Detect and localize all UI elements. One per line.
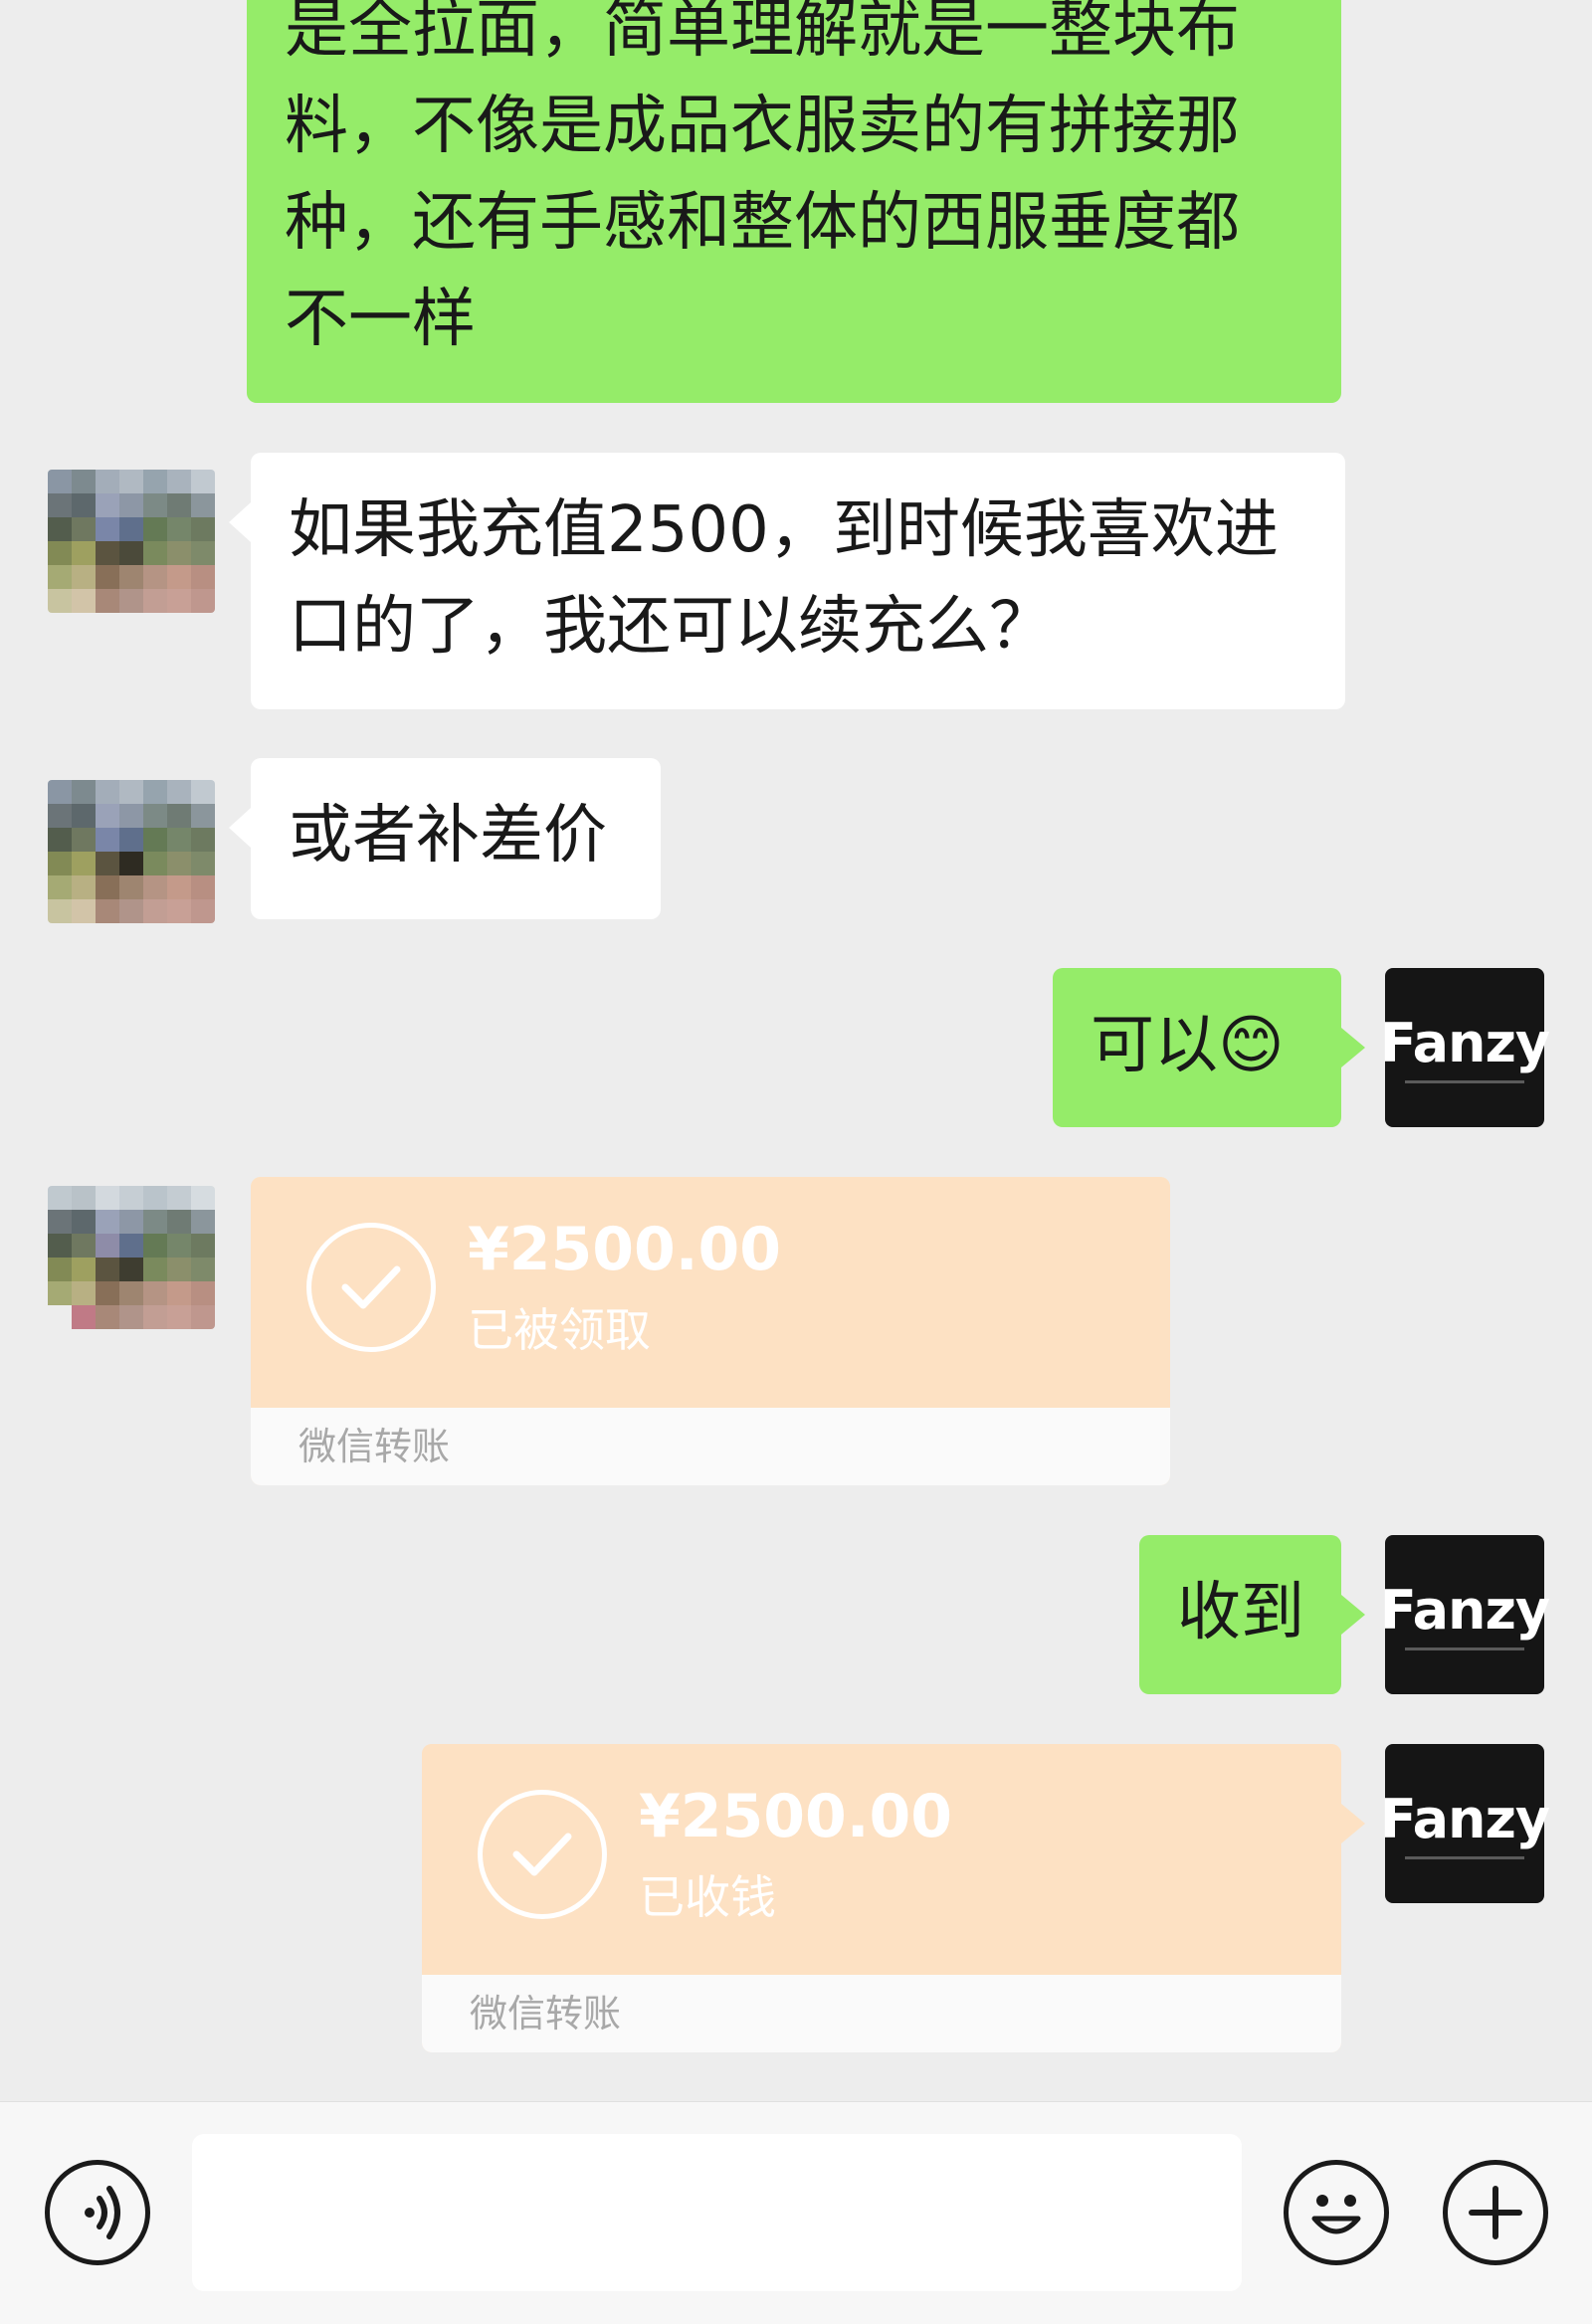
sent-message-bubble[interactable]: 是全拉面，简单理解就是一整块布 料，不像是成品衣服卖的有拼接那 种，还有手感和整… (247, 0, 1341, 403)
voice-icon[interactable] (45, 2160, 150, 2265)
message-text: 如果我充值2500，到时候我喜欢进 口的了，我还可以续充么？ (289, 493, 1279, 664)
received-message-bubble[interactable]: 如果我充值2500，到时候我喜欢进 口的了，我还可以续充么？ (229, 453, 1345, 709)
avatar-tagline (1405, 1080, 1524, 1083)
avatar-brand-text: Fanzy (1379, 1788, 1550, 1850)
message-input[interactable] (192, 2134, 1242, 2291)
transfer-footer: 微信转账 (251, 1408, 1170, 1485)
message-text: 收到 (1177, 1576, 1304, 1649)
message-text: 可以 (1091, 1009, 1218, 1082)
message-text: 或者补差价 (289, 799, 607, 872)
bubble-tail (1341, 1595, 1365, 1635)
self-avatar[interactable]: Fanzy (1380, 1535, 1550, 1694)
chat-input-bar (0, 2101, 1592, 2324)
contact-avatar[interactable] (48, 1186, 215, 1329)
transfer-card-incoming[interactable]: ¥2500.00 已被领取 微信转账 (251, 1177, 1170, 1485)
transfer-card-outgoing[interactable]: ¥2500.00 已收钱 微信转账 (422, 1744, 1365, 2052)
transfer-amount: ¥2500.00 (639, 1782, 953, 1851)
avatar-brand-text: Fanzy (1379, 1579, 1550, 1642)
transfer-status: 已被领取 (468, 1303, 651, 1357)
received-message-bubble[interactable]: 或者补差价 (229, 758, 661, 919)
avatar-brand-text: Fanzy (1379, 1012, 1550, 1074)
contact-avatar[interactable] (48, 780, 215, 923)
avatar-tagline (1405, 1647, 1524, 1650)
sent-message-bubble[interactable]: 收到 (1139, 1535, 1365, 1694)
emoji-icon[interactable] (1284, 2160, 1389, 2265)
bubble-tail (1341, 1028, 1365, 1067)
check-icon (478, 1790, 607, 1919)
avatar-tagline (1405, 1856, 1524, 1859)
transfer-amount: ¥2500.00 (468, 1215, 782, 1284)
self-avatar[interactable]: Fanzy (1380, 968, 1550, 1127)
transfer-footer: 微信转账 (422, 1975, 1341, 2052)
bubble-tail (229, 502, 251, 542)
transfer-body: ¥2500.00 已被领取 (251, 1177, 1170, 1406)
transfer-body: ¥2500.00 已收钱 (422, 1744, 1341, 1973)
smile-emoji-icon: 😊 (1218, 1009, 1285, 1082)
sent-message-bubble[interactable]: 可以😊 (1053, 968, 1365, 1127)
check-icon (306, 1223, 436, 1352)
transfer-status: 已收钱 (639, 1870, 776, 1924)
contact-avatar[interactable] (48, 470, 215, 613)
plus-icon[interactable] (1443, 2160, 1548, 2265)
bubble-tail (1341, 1804, 1365, 1843)
message-text: 是全拉面，简单理解就是一整块布 料，不像是成品衣服卖的有拼接那 种，还有手感和整… (285, 0, 1240, 356)
self-avatar[interactable]: Fanzy (1380, 1744, 1550, 1903)
bubble-tail (229, 808, 251, 848)
